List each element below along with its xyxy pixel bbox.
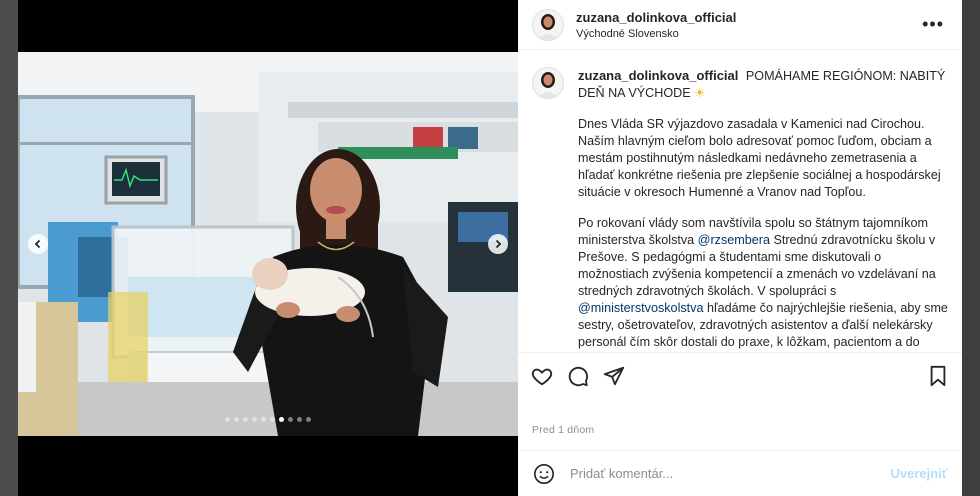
carousel-dot [306,417,311,422]
chevron-left-icon [34,239,41,249]
carousel-dot [234,417,239,422]
carousel-dot [279,417,284,422]
like-button[interactable] [530,364,554,388]
bookmark-icon [930,365,946,386]
comment-input[interactable] [568,465,891,482]
post-header: zuzana_dolinkova_official Východné Slove… [518,0,962,50]
profile-picture [533,68,563,98]
carousel-indicator [18,417,518,422]
backdrop-left-edge [0,0,18,496]
sun-emoji: ☀ [694,86,706,100]
avatar[interactable] [532,8,564,41]
carousel-next-button[interactable] [488,234,508,254]
caption-area[interactable]: zuzana_dolinkova_official POMÁHAME REGIÓ… [518,51,962,351]
location-link[interactable]: Východné Slovensko [576,28,918,40]
carousel-dot [270,417,275,422]
post-media [18,0,518,496]
carousel-dot [225,417,230,422]
caption-paragraph-1: Dnes Vláda SR výjazdovo zasadala v Kamen… [578,117,941,199]
comment-button[interactable] [566,364,590,388]
action-bar [518,352,962,398]
comment-form: Uverejniť [518,450,962,496]
share-button[interactable] [602,364,626,388]
post-photo [18,52,518,436]
carousel-dot [252,417,257,422]
carousel-prev-button[interactable] [28,234,48,254]
share-icon [603,366,625,385]
mention-rzsembera[interactable]: @rzsembera [698,233,770,247]
carousel-dot [288,417,293,422]
header-username-link[interactable]: zuzana_dolinkova_official [576,10,918,25]
more-options-button[interactable]: ••• [918,14,948,35]
caption-paragraph-2: Po rokovaní vlády som navštívila spolu s… [578,215,948,351]
post-modal: zuzana_dolinkova_official Východné Slove… [18,0,962,496]
hospital-photo-illustration [18,52,518,436]
comment-icon [568,366,588,386]
carousel-dot [243,417,248,422]
caption: zuzana_dolinkova_official POMÁHAME REGIÓ… [532,67,948,351]
backdrop-right-edge [962,0,980,496]
post-timestamp: Pred 1 dňom [532,424,595,436]
heart-icon [531,368,553,385]
emoji-button[interactable] [532,462,556,486]
profile-picture [533,9,563,40]
chevron-right-icon [495,239,502,249]
caption-username-link[interactable]: zuzana_dolinkova_official [578,68,738,83]
emoji-icon [534,463,554,484]
caption-avatar[interactable] [532,67,564,99]
carousel-dot [297,417,302,422]
mention-ministerstvoskolstva[interactable]: @ministerstvoskolstva [578,301,703,315]
carousel-dot [261,417,266,422]
save-button[interactable] [926,364,950,388]
post-details-panel: zuzana_dolinkova_official Východné Slove… [518,0,962,496]
post-comment-button[interactable]: Uverejniť [890,466,948,481]
